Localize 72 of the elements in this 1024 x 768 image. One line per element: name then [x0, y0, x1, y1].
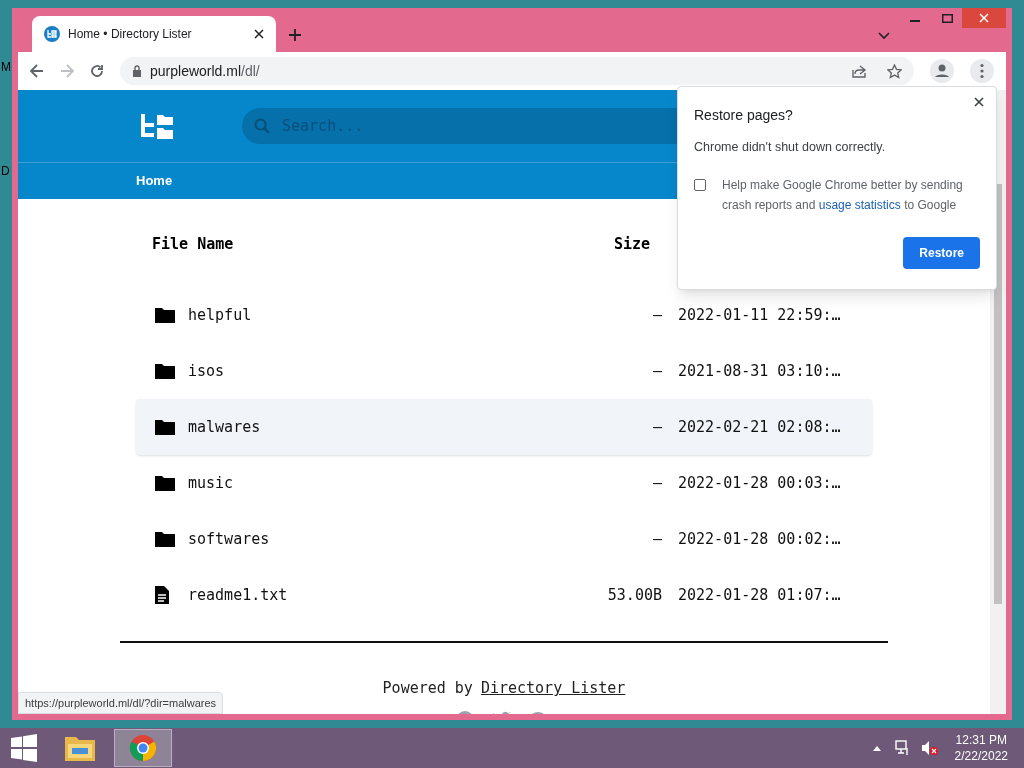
browser-tab[interactable]: Home • Directory Lister [32, 16, 276, 52]
file-name: helpful [188, 304, 253, 326]
close-icon [979, 13, 989, 23]
file-name: readme1.txt [188, 584, 289, 606]
url-text: purpleworld.ml/dl/ [150, 61, 261, 81]
tab-title: Home • Directory Lister [68, 26, 193, 43]
new-tab-icon[interactable] [288, 28, 302, 42]
file-name: malwares [188, 416, 262, 438]
restore-button[interactable]: Restore [903, 236, 980, 269]
mute-icon[interactable] [920, 740, 939, 756]
file-size: — [651, 360, 662, 382]
star-icon[interactable] [887, 63, 902, 79]
file-name: softwares [188, 528, 271, 550]
file-row[interactable]: malwares — 2022-02-21 02:08:… [136, 399, 872, 455]
status-bubble: https://purpleworld.ml/dl/?dir=malwares [18, 691, 224, 714]
close-icon[interactable] [974, 97, 984, 107]
file-date: 2022-01-28 00:02:… [678, 528, 842, 550]
folder-icon[interactable] [64, 734, 96, 762]
file-size: 53.00B [606, 584, 662, 606]
start-icon[interactable] [10, 734, 38, 762]
site-icon [44, 26, 60, 42]
close-icon[interactable] [254, 29, 264, 39]
folder-icon [154, 418, 176, 436]
chevron-down-icon[interactable] [878, 32, 890, 40]
file-date: 2022-01-28 01:07:… [678, 584, 842, 606]
file-size: — [651, 528, 662, 550]
share-icon[interactable] [852, 64, 867, 78]
file-row[interactable]: isos — 2021-08-31 03:10:… [136, 343, 872, 399]
desktop-label: M [1, 59, 11, 76]
desktop-label: D [1, 163, 10, 180]
file-row[interactable]: helpful — 2022-01-11 22:59:… [136, 287, 872, 343]
address-bar[interactable]: purpleworld.ml/dl/ [120, 57, 914, 85]
clock-time[interactable]: 12:31 PM [955, 732, 1007, 748]
taskbar-item[interactable] [114, 729, 172, 767]
column-header[interactable]: Size [560, 232, 650, 256]
folder-icon [154, 362, 176, 380]
column-header[interactable]: File Name [152, 232, 560, 256]
dialog-title: Restore pages? [694, 106, 794, 125]
search-icon [254, 118, 270, 134]
back-icon[interactable] [30, 64, 44, 78]
clock-date[interactable]: 2/22/2022 [954, 748, 1008, 764]
file-name: music [188, 472, 235, 494]
folder-icon [154, 530, 176, 548]
file-size: — [651, 304, 662, 326]
profile-icon[interactable] [930, 59, 954, 83]
lock-icon [132, 65, 142, 77]
network-icon[interactable] [894, 740, 911, 756]
file-name: isos [188, 360, 226, 382]
file-row[interactable]: softwares — 2022-01-28 00:02:… [136, 511, 872, 567]
footer-link[interactable]: Directory Lister [480, 677, 626, 700]
maximize-icon[interactable] [942, 14, 953, 23]
file-row[interactable]: readme1.txt 53.00B 2022-01-28 01:07:… [136, 567, 872, 623]
file-date: 2021-08-31 03:10:… [678, 360, 842, 382]
folder-icon [154, 306, 176, 324]
checkbox[interactable] [694, 178, 706, 191]
file-row[interactable]: music — 2022-01-28 00:03:… [136, 455, 872, 511]
caret-up-icon[interactable] [872, 745, 881, 751]
reload-icon[interactable] [90, 64, 104, 78]
folder-icon [154, 474, 176, 492]
file-icon [154, 585, 170, 605]
footer-text: Powered by [382, 678, 473, 699]
logo-icon[interactable] [140, 111, 174, 141]
browser-icon [129, 734, 157, 762]
usage-statistics-link[interactable]: usage statistics [818, 197, 901, 212]
file-date: 2022-01-28 00:03:… [678, 472, 842, 494]
file-date: 2022-02-21 02:08:… [678, 416, 842, 438]
file-date: 2022-01-11 22:59:… [678, 304, 842, 326]
checkbox-label: Help make Google Chrome better by sending crash reports and usage statistics to Google [722, 176, 964, 214]
file-size: — [651, 416, 662, 438]
file-size: — [651, 472, 662, 494]
menu-icon[interactable] [970, 59, 994, 83]
breadcrumb-link[interactable]: Home [136, 171, 173, 191]
